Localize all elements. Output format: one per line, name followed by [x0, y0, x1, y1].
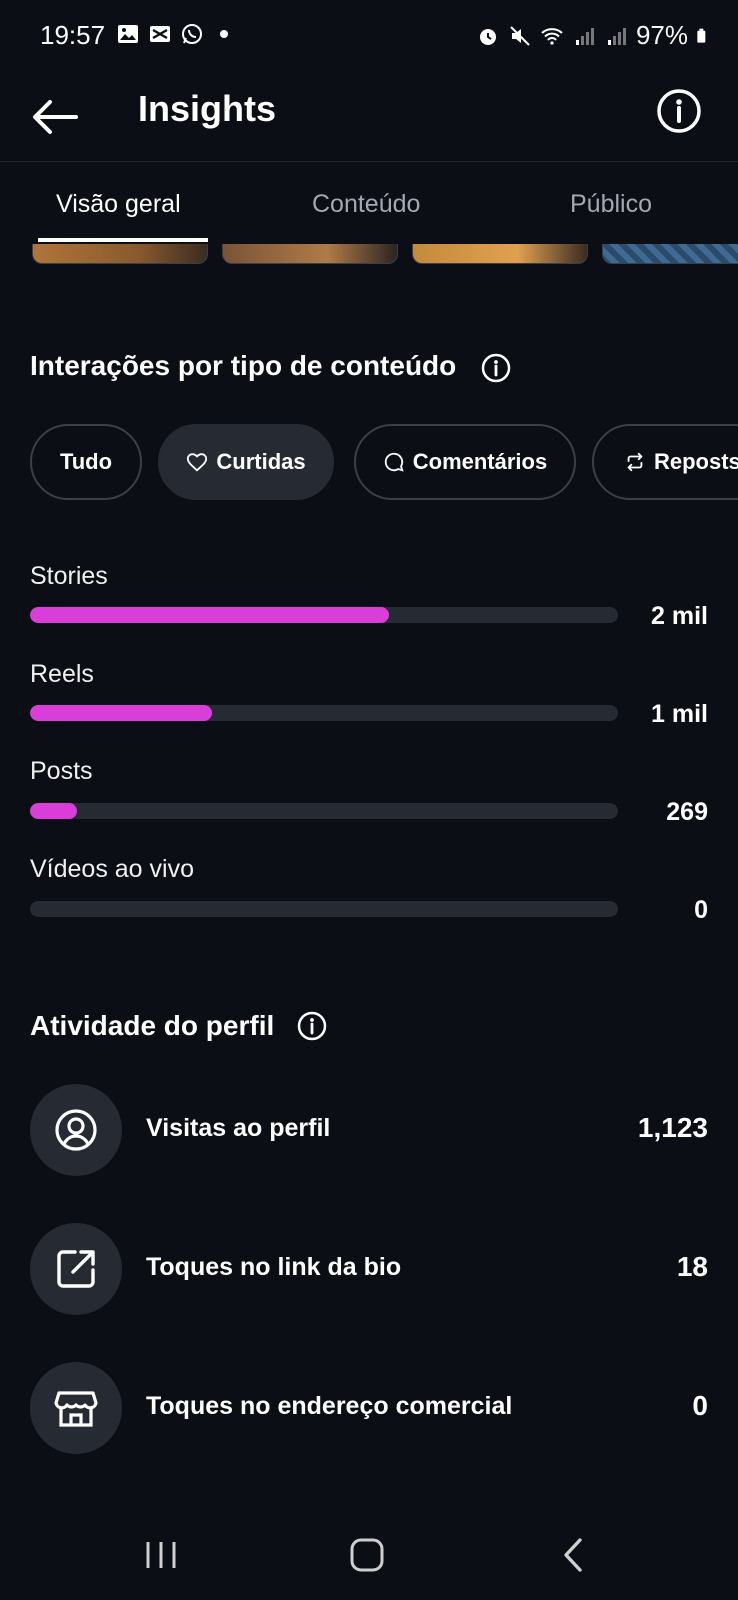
repost-icon: [627, 452, 643, 472]
chip-label: Comentários: [412, 449, 548, 474]
bar-track-reels: [30, 705, 618, 721]
filter-chip-comments[interactable]: Comentários: [354, 424, 576, 500]
content-thumbnail[interactable]: [32, 244, 208, 264]
activity-label: Toques no link da bio: [146, 1253, 402, 1281]
tab-audience[interactable]: Público: [570, 190, 652, 219]
battery-icon: [697, 28, 706, 43]
home-icon: [350, 1538, 384, 1572]
recent-apps-icon: [146, 1542, 176, 1568]
bar-track-posts: [30, 803, 618, 819]
filter-chip-reposts[interactable]: Reposts: [592, 424, 738, 500]
signal-icon: [575, 27, 594, 45]
content-thumbnails: [0, 244, 738, 268]
chevron-left-icon: [564, 1538, 582, 1572]
bar-value-stories: 2 mil: [651, 602, 708, 630]
system-status: 97%: [476, 20, 712, 51]
alarm-icon: [479, 28, 496, 45]
bar-label-reels: Reels: [30, 660, 94, 688]
content-thumbnail[interactable]: [412, 244, 588, 264]
activity-value: 18: [676, 1251, 708, 1282]
recent-apps-button[interactable]: [136, 1530, 186, 1580]
bar-track-live: [30, 901, 618, 917]
activity-value: 0: [692, 1390, 708, 1421]
battery-percent: 97%: [635, 20, 688, 50]
chip-label: Reposts: [654, 449, 738, 474]
bar-value-live: 0: [694, 896, 708, 924]
activity-row-bio-link-taps[interactable]: Toques no link da bio 18: [30, 1223, 708, 1315]
chip-label: Curtidas: [216, 449, 306, 474]
content-thumbnail[interactable]: [602, 244, 738, 264]
chip-label: Tudo: [59, 449, 113, 474]
app-header: Insights: [0, 72, 738, 162]
arrow-left-icon: [33, 100, 78, 134]
bar-value-posts: 269: [666, 798, 708, 826]
tab-overview[interactable]: Visão geral: [56, 190, 181, 219]
activity-value: 1,123: [637, 1112, 708, 1143]
activity-title: Atividade do perfil: [30, 1010, 275, 1041]
heart-icon: [187, 453, 208, 472]
status-time: 19:57: [40, 20, 106, 50]
active-tab-indicator: [38, 238, 208, 242]
content-thumbnail[interactable]: [222, 244, 398, 264]
bar-track-stories: [30, 607, 618, 623]
signal-icon-2: [607, 27, 626, 45]
activity-label: Visitas ao perfil: [146, 1114, 331, 1142]
mute-icon: [510, 25, 530, 46]
wifi-icon: [541, 27, 563, 45]
interaction-filter-chips: Tudo Curtidas Comentários Reposts: [30, 424, 738, 500]
activity-label: Toques no endereço comercial: [146, 1392, 513, 1420]
back-button[interactable]: [28, 90, 82, 144]
bar-label-live: Vídeos ao vivo: [30, 855, 194, 883]
dot-icon: [220, 30, 228, 38]
activity-icon-circle: [30, 1362, 122, 1454]
bar-label-stories: Stories: [30, 562, 108, 590]
notification-icons: [116, 22, 236, 46]
tab-bar: Visão geral Conteúdo Público: [0, 168, 738, 244]
info-icon: [657, 89, 701, 133]
bar-value-reels: 1 mil: [651, 700, 708, 728]
external-link-icon: [57, 1250, 95, 1288]
page-title: Insights: [138, 88, 277, 129]
system-navigation-bar: [0, 1510, 738, 1600]
activity-row-business-address-taps[interactable]: Toques no endereço comercial 0: [30, 1362, 708, 1454]
tab-content[interactable]: Conteúdo: [312, 190, 420, 219]
filter-chip-all[interactable]: Tudo: [30, 424, 142, 500]
whatsapp-icon: [182, 24, 202, 44]
bar-fill: [30, 607, 389, 623]
bar-fill: [30, 803, 78, 819]
bar-label-posts: Posts: [30, 757, 93, 785]
activity-icon-circle: [30, 1084, 122, 1176]
status-bar: 19:57 97%: [0, 0, 738, 72]
system-back-button[interactable]: [548, 1530, 598, 1580]
comment-icon: [384, 452, 404, 472]
capcut-icon: [150, 26, 170, 42]
activity-icon-circle: [30, 1223, 122, 1315]
info-button[interactable]: [654, 86, 704, 136]
activity-row-profile-visits[interactable]: Visitas ao perfil 1,123: [30, 1084, 708, 1176]
store-icon: [54, 1391, 98, 1427]
bar-fill: [30, 705, 213, 721]
info-icon[interactable]: [296, 1010, 328, 1042]
interactions-title: Interações por tipo de conteúdo: [30, 350, 457, 381]
filter-chip-likes[interactable]: Curtidas: [158, 424, 334, 500]
home-button[interactable]: [342, 1530, 392, 1580]
info-icon[interactable]: [480, 352, 512, 384]
gallery-icon: [118, 25, 138, 43]
profile-icon: [55, 1109, 97, 1151]
